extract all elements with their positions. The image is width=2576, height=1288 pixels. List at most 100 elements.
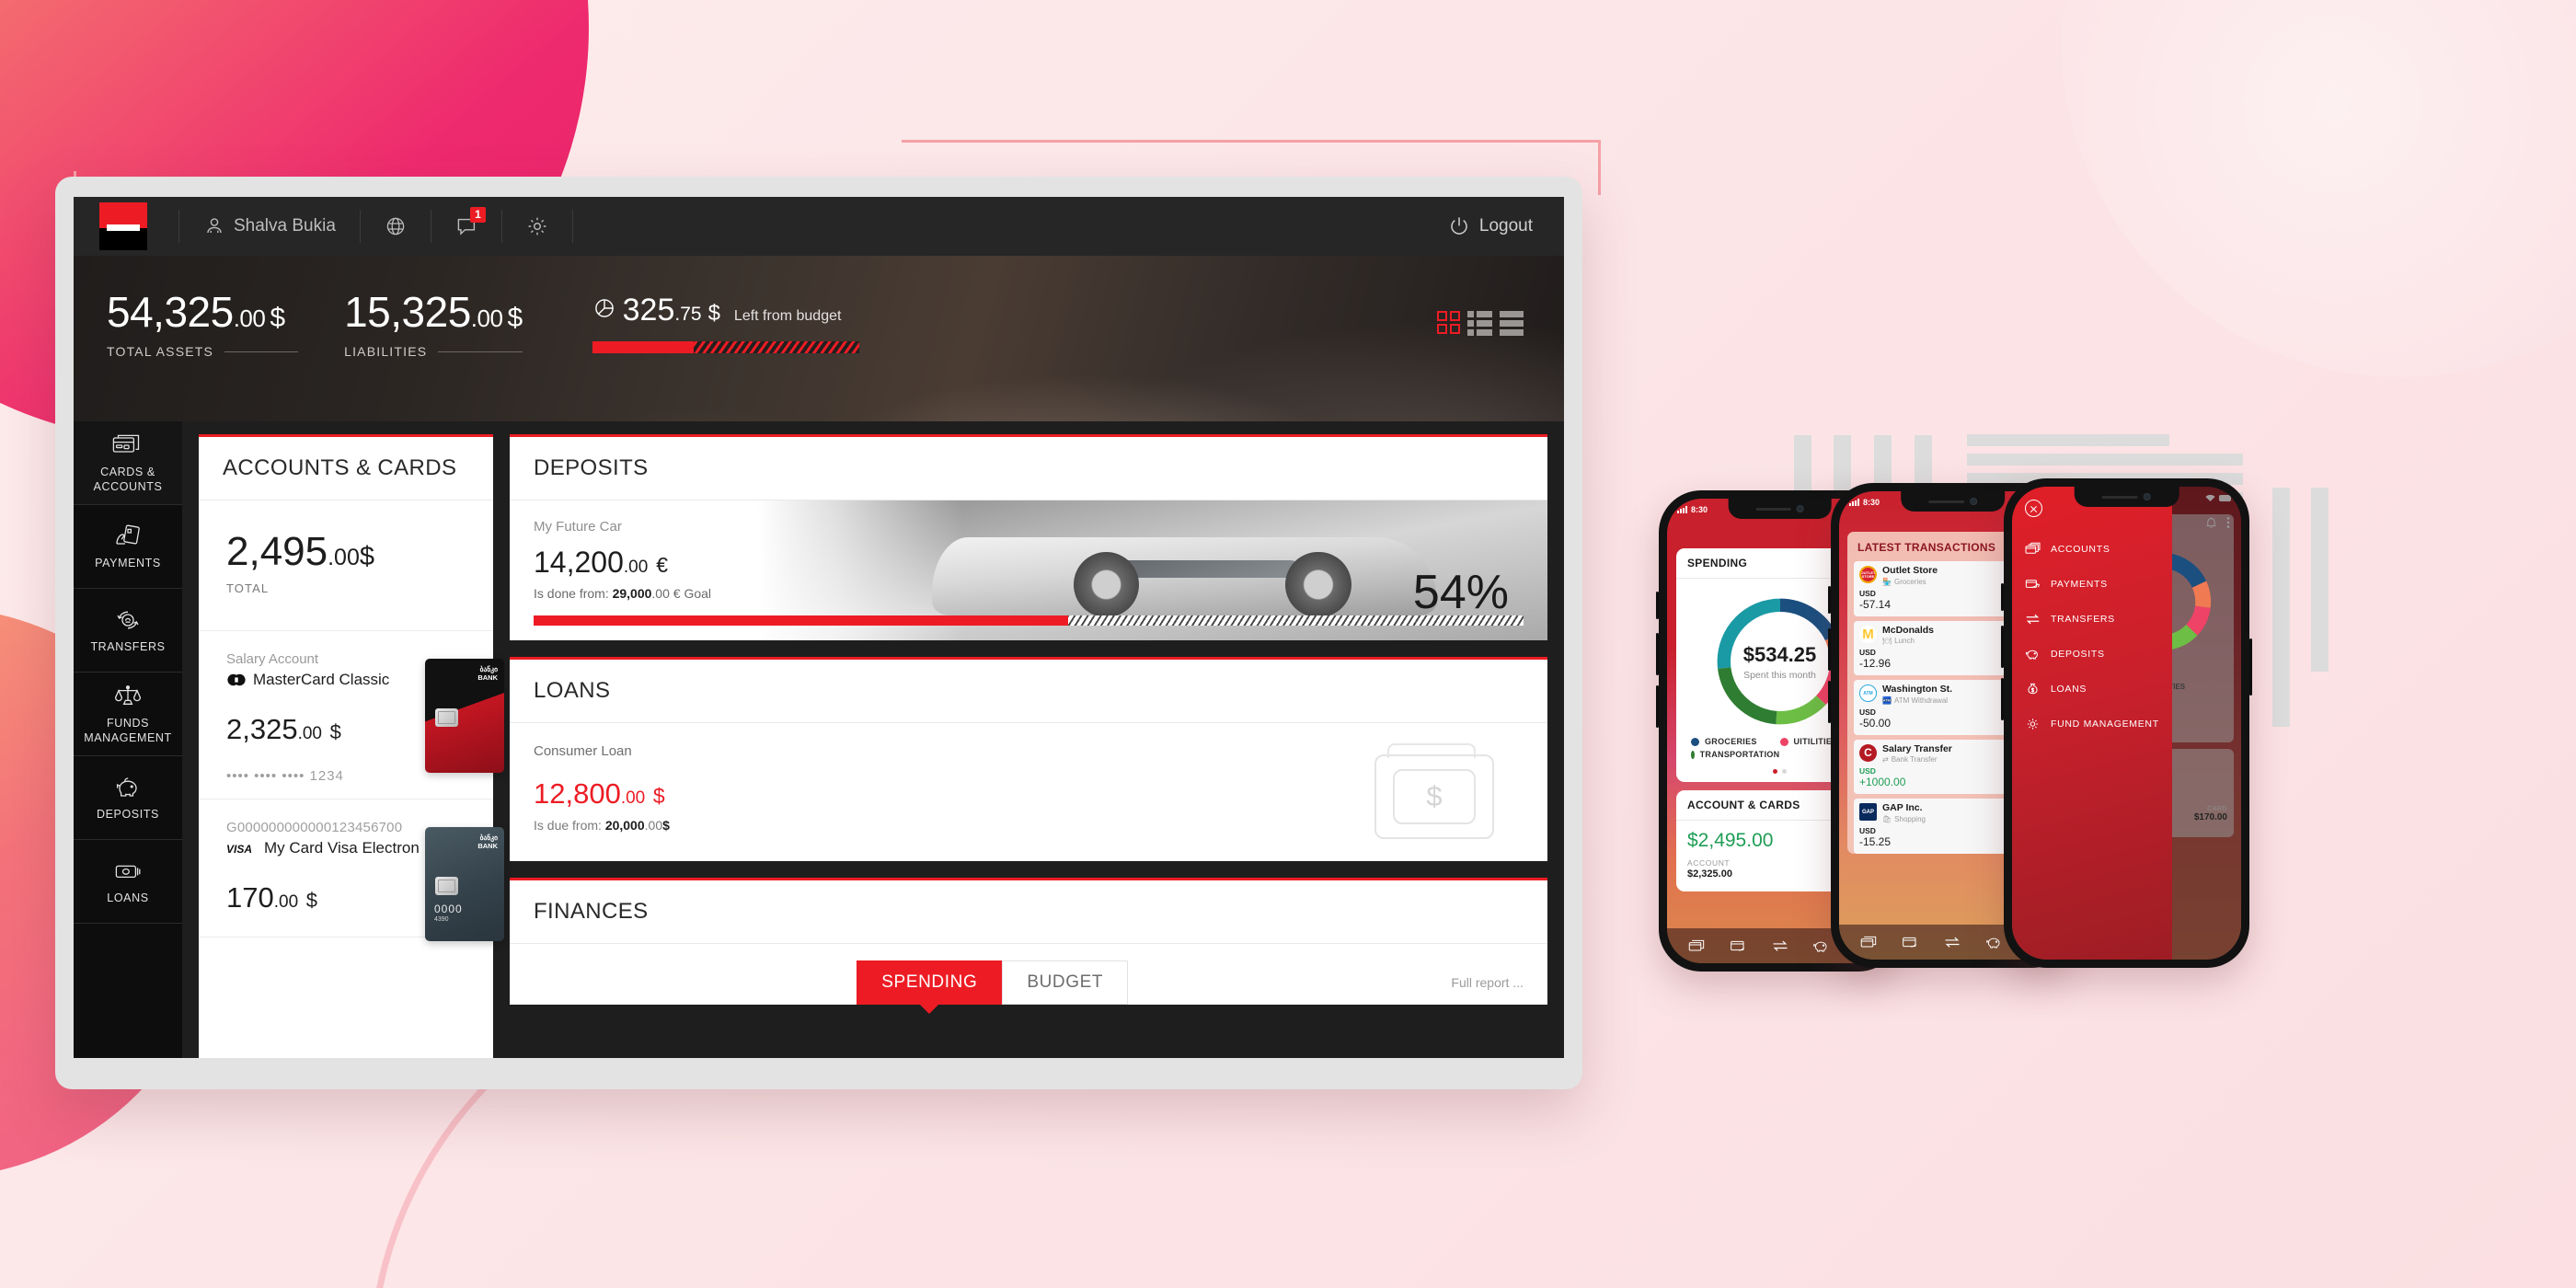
payments-icon[interactable] xyxy=(1902,934,1920,950)
settings-button[interactable] xyxy=(502,210,573,243)
background-bar xyxy=(2311,488,2329,672)
transaction-amount: -15.25 xyxy=(1859,834,1892,848)
transaction-amount: -12.96 xyxy=(1859,657,1892,671)
grid-view-button[interactable] xyxy=(1437,311,1460,336)
gap-logo: GAP xyxy=(1859,803,1877,822)
phone-button-volume-down xyxy=(1656,685,1659,728)
navigation-drawer: ACCOUNTS PAYMENTS TRANSFERS DEPOSITS LOA xyxy=(2012,487,2173,960)
accounts-cards-panel: ACCOUNTS & CARDS 2,495.00$ TOTAL Salary … xyxy=(199,434,504,1058)
piggy-bank-icon xyxy=(116,777,137,797)
phone-button-volume-up xyxy=(1656,633,1659,675)
list-view-button[interactable] xyxy=(1467,311,1492,336)
deposit-amount: 14,200.00 € xyxy=(534,546,668,579)
sidebar-item-cards-accounts[interactable]: CARDS & ACCOUNTS xyxy=(74,421,182,505)
dashboard-content: ACCOUNTS & CARDS 2,495.00$ TOTAL Salary … xyxy=(182,421,1564,1058)
liabilities-label: LIABILITIES xyxy=(344,344,428,359)
messages-button[interactable]: 1 xyxy=(431,207,502,243)
transfers-icon[interactable] xyxy=(1771,937,1789,954)
transfers-icon[interactable] xyxy=(1943,934,1961,950)
phone-notch xyxy=(1728,499,1832,519)
power-icon xyxy=(1451,217,1467,235)
loans-panel-title: LOANS xyxy=(510,657,1547,723)
transaction-currency: USD xyxy=(1859,707,1876,717)
budget-stat: 325.75 $ Left from budget xyxy=(592,293,859,353)
deposit-row[interactable]: My Future Car 14,200.00 € Is done from: … xyxy=(510,500,1547,640)
accounts-total-block: 2,495.00$ TOTAL xyxy=(199,500,493,631)
sidebar-item-label: DEPOSITS xyxy=(96,807,159,821)
menu-item-transfers[interactable]: TRANSFERS xyxy=(2012,602,2172,637)
transaction-name: Washington St. xyxy=(1882,684,1953,696)
background-line xyxy=(1967,434,2169,446)
menu-item-label: LOANS xyxy=(2051,684,2087,695)
car-wheel xyxy=(1285,551,1351,618)
card-chip-icon xyxy=(435,708,458,727)
desktop-app: Shalva Bukia 1 Logout 54,325.00 $ TOTAL … xyxy=(74,197,1564,1058)
donut-center-label: Spent this month xyxy=(1743,669,1816,681)
legend-item-groceries: GROCERIES xyxy=(1691,737,1780,746)
hand-card-icon xyxy=(116,524,140,545)
account-row[interactable]: G000000000000123456700 VISA My Card Visa… xyxy=(199,799,504,941)
account-row[interactable]: Salary Account MasterCard Classic 2,325.… xyxy=(199,631,504,799)
sidebar-item-funds-management[interactable]: FUNDS MANAGEMENT xyxy=(74,673,182,756)
atm-icon: 🏧 xyxy=(1882,696,1892,705)
view-mode-toggle[interactable] xyxy=(1437,311,1524,336)
bank-logo-icon[interactable] xyxy=(99,202,147,250)
transaction-currency: USD xyxy=(1859,766,1876,776)
full-report-link[interactable]: Full report ... xyxy=(1451,975,1524,990)
status-time: 8:30 xyxy=(1691,505,1708,514)
transaction-name: Outlet Store xyxy=(1882,565,1938,576)
car-body-shape xyxy=(931,536,1437,618)
cards-icon[interactable] xyxy=(1860,934,1879,950)
language-button[interactable] xyxy=(361,210,431,243)
card-bank-label: ბანკი BANK xyxy=(477,665,498,682)
card-number-sub: 4390 xyxy=(434,916,449,923)
account-label: ACCOUNT xyxy=(1687,858,1731,868)
sidebar-item-payments[interactable]: PAYMENTS xyxy=(74,505,182,589)
globe-icon xyxy=(386,217,405,236)
menu-item-deposits[interactable]: DEPOSITS xyxy=(2012,637,2172,672)
food-icon: 🍽 xyxy=(1882,637,1892,646)
user-name-label: Shalva Bukia xyxy=(234,216,336,236)
transaction-currency: USD xyxy=(1859,648,1876,658)
transaction-name: GAP Inc. xyxy=(1882,802,1923,814)
deposits-icon[interactable] xyxy=(1812,937,1831,954)
deposits-icon[interactable] xyxy=(1985,934,2004,950)
user-profile-item[interactable]: Shalva Bukia xyxy=(178,210,361,243)
tab-spending[interactable]: SPENDING xyxy=(857,960,1003,1005)
background-bar xyxy=(2272,488,2290,727)
outlet-store-logo: OUTLET STORE xyxy=(1859,566,1877,583)
pie-chart-icon xyxy=(594,299,614,317)
signal-icon xyxy=(1849,499,1859,506)
menu-item-accounts[interactable]: ACCOUNTS xyxy=(2012,532,2172,567)
finances-panel: FINANCES SPENDING BUDGET Full report ... xyxy=(510,878,1547,1005)
logout-button[interactable]: Logout xyxy=(1448,215,1533,237)
compact-list-view-button[interactable] xyxy=(1500,311,1524,336)
menu-item-payments[interactable]: PAYMENTS xyxy=(2012,567,2172,602)
transaction-category: 🍽 Lunch xyxy=(1882,637,1915,646)
background-spending-card: TIES xyxy=(2113,514,2234,742)
total-assets-stat: 54,325.00 $ TOTAL ASSETS xyxy=(107,291,298,359)
total-assets-dec: .00 xyxy=(233,305,266,332)
laptop-mockup: Shalva Bukia 1 Logout 54,325.00 $ TOTAL … xyxy=(55,177,1582,1089)
budget-text: Left from budget xyxy=(733,308,842,324)
background-card-label: CARD xyxy=(2207,806,2227,812)
mastercard-icon xyxy=(227,673,246,686)
sidebar-item-loans[interactable]: LOANS xyxy=(74,840,182,924)
sidebar-item-label: PAYMENTS xyxy=(95,556,161,569)
menu-item-fund-management[interactable]: FUND MANAGEMENT xyxy=(2012,707,2172,742)
tab-budget[interactable]: BUDGET xyxy=(1002,960,1129,1005)
finances-panel-title: FINANCES xyxy=(510,878,1547,944)
sidebar-item-deposits[interactable]: DEPOSITS xyxy=(74,756,182,840)
cards-icon[interactable] xyxy=(1688,937,1707,954)
liabilities-currency: $ xyxy=(507,303,523,333)
loan-row[interactable]: Consumer Loan 12,800.00 $ Is due from: 2… xyxy=(510,723,1547,861)
close-icon[interactable] xyxy=(2025,500,2042,517)
sidebar-item-transfers[interactable]: TRANSFERS xyxy=(74,589,182,673)
menu-item-loans[interactable]: LOANS xyxy=(2012,672,2172,707)
account-value: $2,325.00 xyxy=(1687,868,1732,880)
gear-icon xyxy=(2027,719,2039,730)
summary-hero: 54,325.00 $ TOTAL ASSETS 15,325.00 $ LIABI… xyxy=(74,256,1564,421)
accounts-panel-title: ACCOUNTS & CARDS xyxy=(199,434,493,500)
payments-icon[interactable] xyxy=(1730,937,1748,954)
card-art-visa: ბანკი BANK 0000 4390 xyxy=(425,827,504,941)
